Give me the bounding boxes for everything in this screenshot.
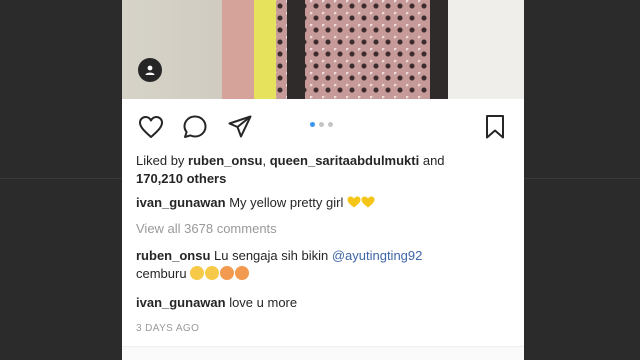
post-photo[interactable] <box>122 0 524 99</box>
bookmark-icon[interactable] <box>480 112 510 142</box>
flushed-face-emoji-icon <box>235 266 250 280</box>
caption-text: My yellow pretty girl <box>225 195 347 210</box>
photo-pink-sleeve <box>222 0 256 99</box>
right-divider <box>524 178 640 179</box>
comment-icon[interactable] <box>180 112 210 142</box>
photo-dark-strap <box>287 0 305 99</box>
carousel-dot <box>319 122 324 127</box>
carousel-indicator <box>310 122 333 127</box>
comment-text-cont: cemburu <box>136 266 191 281</box>
caption-username[interactable]: ivan_gunawan <box>136 195 226 210</box>
post-timestamp: 3 DAYS AGO <box>136 323 200 334</box>
likes-summary: Liked by ruben_onsu, queen_saritaabdulmu… <box>136 152 516 188</box>
person-icon[interactable] <box>138 58 162 82</box>
comment-text: Lu sengaja sih bikin <box>210 248 332 263</box>
comment-username[interactable]: ruben_onsu <box>136 248 210 263</box>
liker-username[interactable]: queen_saritaabdulmukti <box>270 153 420 168</box>
comment-username[interactable]: ivan_gunawan <box>136 295 226 310</box>
photo-dark-strap-right <box>430 0 448 99</box>
liker-username[interactable]: ruben_onsu <box>188 153 262 168</box>
action-bar <box>122 108 524 144</box>
flushed-face-emoji-icon <box>220 266 235 280</box>
yellow-heart-emoji-icon <box>361 196 375 208</box>
carousel-dot-active <box>310 122 315 127</box>
post-caption: ivan_gunawan My yellow pretty girl <box>136 194 516 212</box>
rolling-laugh-face-emoji-icon <box>205 266 220 280</box>
photo-yellow-garment <box>254 0 276 99</box>
heart-icon[interactable] <box>136 112 166 142</box>
post-card: Liked by ruben_onsu, queen_saritaabdulmu… <box>122 0 524 360</box>
comment-item: ruben_onsu Lu sengaja sih bikin @ayuting… <box>136 247 516 283</box>
carousel-dot <box>328 122 333 127</box>
mention-link[interactable]: @ayutingting92 <box>332 248 423 263</box>
photo-background <box>448 0 524 99</box>
left-divider <box>0 178 122 179</box>
comment-text: love u more <box>225 295 298 310</box>
likes-and: and <box>419 153 445 168</box>
send-icon[interactable] <box>225 112 255 142</box>
comment-item: ivan_gunawan love u more <box>136 294 516 312</box>
view-all-comments-link[interactable]: View all 3678 comments <box>136 220 516 238</box>
likes-separator: , <box>262 153 270 168</box>
yellow-heart-emoji-icon <box>347 196 361 208</box>
likes-others-count[interactable]: 170,210 others <box>136 171 226 186</box>
likes-prefix: Liked by <box>136 153 189 168</box>
rolling-laugh-face-emoji-icon <box>190 266 205 280</box>
post-footer-strip <box>122 346 524 360</box>
